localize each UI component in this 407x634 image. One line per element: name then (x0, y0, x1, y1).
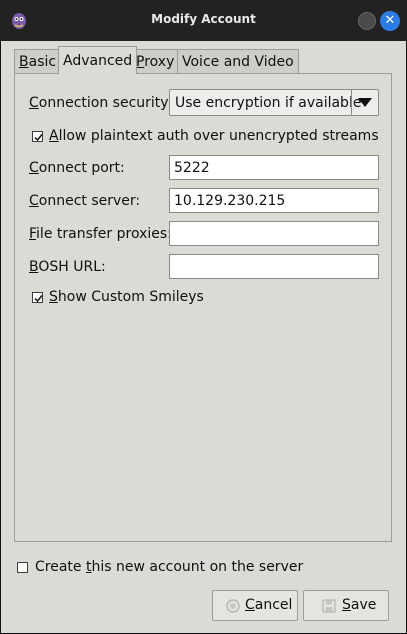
show-custom-smileys-label[interactable]: Show Custom Smileys (49, 289, 204, 305)
checkmark-icon (34, 134, 43, 142)
cancel-button-label: Cancel (245, 597, 293, 613)
close-icon: ✕ (384, 13, 396, 28)
triangle-down-icon (358, 98, 372, 107)
create-account-checkbox[interactable] (17, 562, 28, 573)
tab-basic-mnemonic: B (19, 54, 29, 70)
checkmark-icon (34, 295, 43, 303)
save-button[interactable]: Save (303, 590, 389, 621)
save-button-label: Save (342, 597, 377, 613)
connect-server-label: Connect server: (29, 193, 141, 209)
tab-proxy-label: roxy (144, 54, 175, 70)
allow-plaintext-label[interactable]: Allow plaintext auth over unencrypted st… (49, 128, 379, 144)
file-transfer-proxies-field[interactable] (169, 221, 379, 246)
connect-server-input[interactable] (170, 189, 378, 212)
file-transfer-proxies-input[interactable] (170, 222, 378, 245)
tab-proxy[interactable]: Proxy (131, 49, 180, 73)
dialog-body: Basic Advanced Proxy Voice and Video Con… (1, 41, 406, 633)
connect-port-field[interactable] (169, 155, 379, 180)
tab-basic-label: asic (28, 54, 57, 70)
floppy-disk-icon (322, 599, 336, 613)
connect-port-input[interactable] (170, 156, 378, 179)
allow-plaintext-checkbox[interactable] (32, 131, 43, 142)
advanced-tab-panel: Connection security: Use encryption if a… (14, 73, 392, 542)
cancel-icon (226, 599, 240, 613)
tab-advanced-label: Advanced (63, 53, 133, 69)
show-custom-smileys-checkbox[interactable] (32, 292, 43, 303)
tab-proxy-mnemonic: P (136, 54, 145, 70)
tab-voice-and-video-label: Voice and Video (182, 54, 294, 70)
minimize-button[interactable] (358, 12, 376, 30)
tab-advanced[interactable]: Advanced (58, 46, 138, 74)
tab-basic[interactable]: Basic (14, 49, 62, 73)
bosh-url-field[interactable] (169, 254, 379, 279)
connection-security-dropdown[interactable]: Use encryption if available (169, 89, 379, 116)
connection-security-value: Use encryption if available (175, 95, 362, 111)
title-bar: Modify Account ✕ (0, 0, 407, 41)
connection-security-label: Connection security: (29, 95, 173, 111)
close-button[interactable]: ✕ (380, 11, 400, 31)
bosh-url-label: BOSH URL: (29, 259, 106, 275)
file-transfer-proxies-label: File transfer proxies: (29, 226, 172, 242)
tab-voice-and-video[interactable]: Voice and Video (177, 49, 299, 73)
create-account-label[interactable]: Create this new account on the server (35, 559, 303, 575)
dropdown-arrow-button[interactable] (351, 90, 378, 115)
connect-port-label: Connect port: (29, 160, 125, 176)
connect-server-field[interactable] (169, 188, 379, 213)
cancel-button[interactable]: Cancel (212, 590, 298, 621)
window-title: Modify Account (151, 12, 256, 26)
bosh-url-input[interactable] (170, 255, 378, 278)
